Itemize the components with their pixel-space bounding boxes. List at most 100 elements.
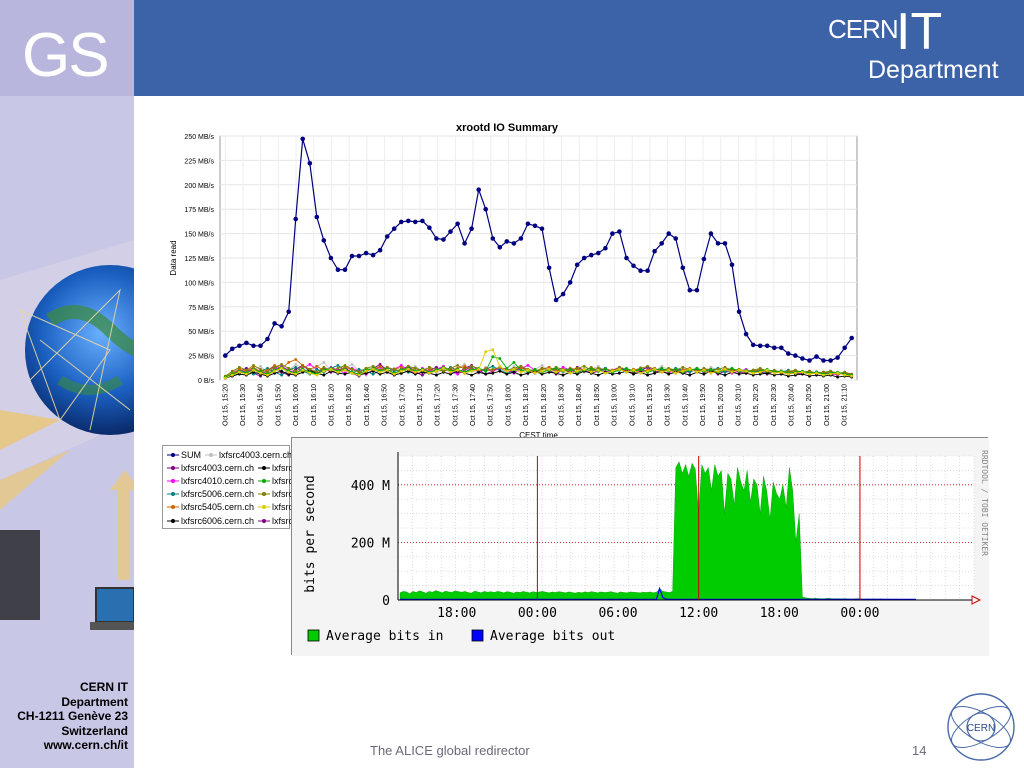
data-point	[680, 265, 686, 271]
data-point	[230, 346, 235, 352]
data-point	[421, 368, 424, 372]
data-point	[836, 371, 839, 375]
data-point	[715, 241, 721, 246]
data-point	[646, 369, 649, 373]
data-point	[280, 369, 283, 373]
data-point	[287, 370, 291, 374]
x-tick-label: Oct 15, 17:20	[435, 384, 442, 426]
data-point	[554, 370, 558, 374]
data-point	[223, 353, 228, 358]
y-tick-label: 175 MB/s	[184, 207, 214, 214]
x-tick-label: Oct 15, 18:20	[541, 384, 548, 426]
data-point	[596, 250, 601, 256]
legend-label: lxfsrc5405.cern.ch	[181, 502, 255, 513]
data-point	[477, 370, 481, 374]
legend-marker	[167, 451, 179, 459]
data-point	[814, 354, 819, 359]
x-tick-label: Oct 15, 16:50	[382, 384, 389, 426]
data-point	[850, 374, 854, 378]
x-tick-label: 18:00	[760, 606, 799, 621]
legend-marker	[167, 477, 179, 485]
data-point	[512, 370, 516, 374]
data-point	[723, 367, 727, 371]
data-point	[434, 236, 439, 241]
legend-label: lxfsrc	[272, 515, 294, 526]
data-point	[539, 226, 545, 231]
data-point	[674, 367, 678, 371]
y-tick-label: 225 MB/s	[184, 158, 214, 165]
data-point	[849, 335, 854, 341]
data-point	[252, 364, 255, 367]
legend-marker	[258, 490, 271, 498]
legend-label: lxfsrc6006.cern.ch	[181, 515, 255, 526]
data-point	[322, 373, 326, 377]
address-line: CERN IT	[80, 680, 128, 694]
data-point	[413, 370, 417, 374]
data-point	[801, 370, 804, 374]
data-point	[286, 309, 291, 314]
data-point	[294, 365, 298, 369]
page-number: 14	[912, 743, 927, 758]
legend-row: SUM lxfsrc4003.cern.ch	[167, 449, 292, 461]
data-point	[421, 373, 424, 377]
data-point	[688, 367, 692, 371]
data-point	[238, 370, 241, 374]
logo-cern-text: CERN	[828, 14, 899, 44]
logo-department-text: Department	[868, 56, 999, 84]
data-point	[491, 367, 495, 371]
data-point	[716, 369, 720, 373]
data-point	[638, 268, 643, 273]
data-point	[674, 371, 678, 375]
data-point	[441, 237, 446, 242]
data-point	[498, 357, 502, 360]
data-point	[540, 364, 544, 367]
data-point	[842, 345, 847, 351]
data-point	[349, 253, 355, 259]
legend-label: lxfsrc	[272, 502, 294, 513]
data-point	[491, 348, 495, 352]
y-tick-label: 50 MB/s	[188, 329, 214, 336]
y-tick-label: 0	[382, 594, 390, 609]
data-point	[322, 361, 326, 364]
data-point	[645, 268, 650, 273]
data-point	[371, 367, 375, 371]
data-point	[632, 372, 635, 376]
data-point	[470, 364, 473, 368]
data-point	[223, 376, 227, 380]
legend-swatch-out	[471, 629, 484, 642]
data-point	[244, 340, 249, 346]
x-tick-label: Oct 15, 16:20	[328, 384, 335, 426]
data-point	[294, 363, 298, 366]
data-point	[821, 358, 826, 363]
x-tick-label: Oct 15, 18:50	[594, 384, 601, 426]
legend-marker	[258, 477, 271, 485]
data-point	[315, 373, 319, 377]
data-point	[456, 364, 459, 367]
sidebar: GS CERN IT Department CH-1211 Genève 23 …	[0, 0, 134, 768]
data-point	[363, 250, 369, 256]
data-point	[582, 364, 586, 368]
data-point	[484, 372, 488, 376]
gs-logo: GS	[22, 21, 110, 90]
chart-title: xrootd IO Summary	[456, 122, 559, 134]
data-point	[843, 373, 847, 377]
data-point	[392, 372, 396, 376]
data-point	[265, 336, 270, 342]
data-point	[526, 364, 530, 367]
x-tick-label: Oct 15, 20:40	[789, 384, 796, 426]
y-axis-label: bits per second	[303, 475, 318, 592]
cern-address: CERN IT Department CH-1211 Genève 23 Swi…	[4, 680, 128, 753]
legend-label: lxfsrc	[272, 489, 294, 500]
cern-it-logo: CERN IT Department	[816, 3, 1016, 88]
network-traffic-chart-svg: 0 200 M 400 M 18:00 00:00 06:00 12:00 18:00 00:0…	[292, 438, 989, 656]
data-point	[631, 263, 636, 269]
data-point	[505, 369, 509, 373]
data-point	[442, 366, 445, 370]
data-point	[589, 252, 594, 258]
data-point	[314, 214, 320, 220]
header-band: CERN IT Department	[134, 0, 1024, 96]
data-point	[328, 255, 334, 261]
x-tick-label: Oct 15, 20:10	[735, 384, 742, 426]
data-point	[581, 255, 587, 261]
data-point	[293, 216, 298, 222]
